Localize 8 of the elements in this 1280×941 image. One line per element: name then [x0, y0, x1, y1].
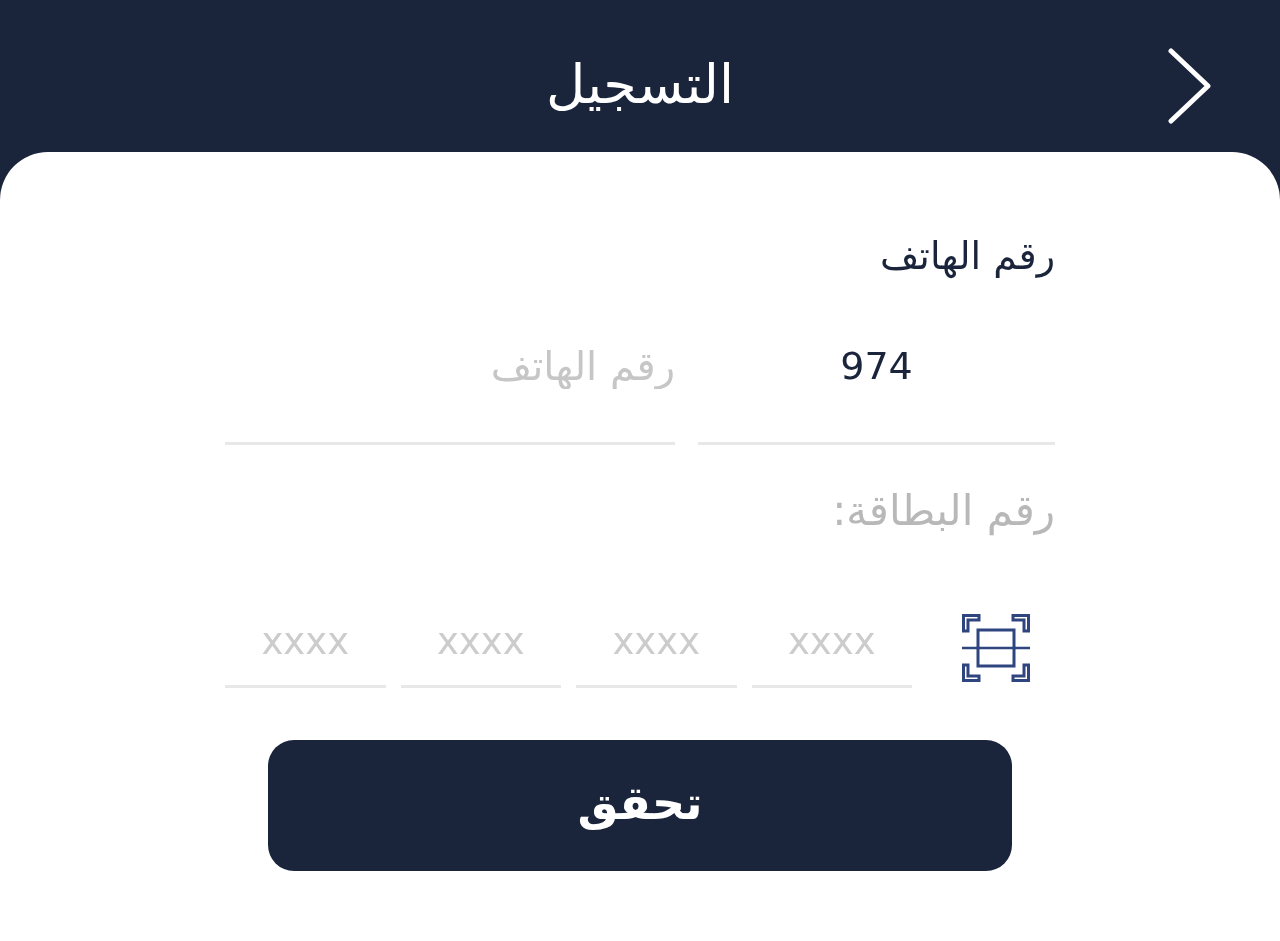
chevron-right-icon — [1168, 48, 1212, 124]
card-number-label: رقم البطاقة: — [831, 485, 1055, 537]
scan-icon[interactable] — [962, 614, 1030, 682]
verify-button[interactable]: تحقق — [268, 740, 1012, 871]
phone-label: رقم الهاتف — [878, 233, 1055, 280]
country-code-field[interactable]: 974 — [698, 333, 1055, 445]
back-button[interactable] — [1168, 48, 1212, 124]
page-title: التسجيل — [546, 52, 734, 112]
